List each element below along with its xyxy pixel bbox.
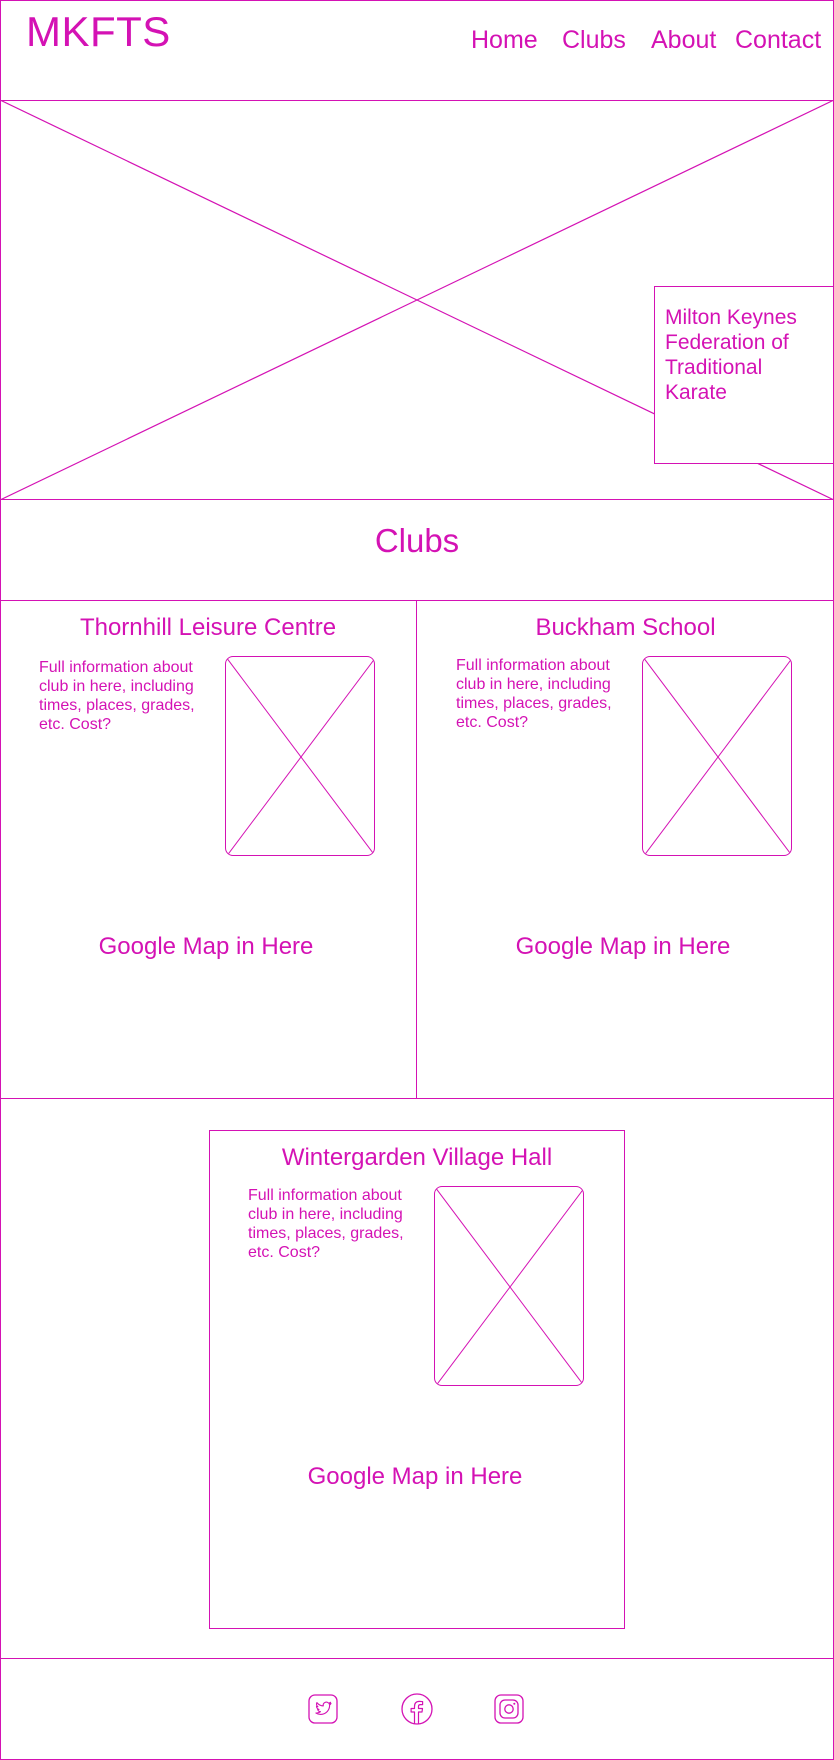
club-title-wintergarden: Wintergarden Village Hall — [281, 1144, 553, 1171]
club-info-wintergarden: Full information about club in here, inc… — [248, 1187, 404, 1261]
hero-caption: Milton Keynes Federation of Traditional … — [654, 286, 834, 464]
clubs-row-divider — [0, 1098, 834, 1099]
club-image-placeholder-wintergarden — [434, 1186, 584, 1386]
footer-divider — [0, 1658, 834, 1659]
hero-divider — [0, 499, 834, 500]
club-info-buckham: Full information about club in here, inc… — [456, 657, 612, 731]
clubs-column-divider — [416, 600, 417, 1098]
club-map-placeholder-wintergarden: Google Map in Here — [307, 1463, 523, 1490]
club-title-thornhill: Thornhill Leisure Centre — [79, 614, 337, 641]
image-placeholder-icon — [435, 1187, 583, 1385]
image-placeholder-icon — [226, 657, 374, 855]
site-logo[interactable]: MKFTS — [26, 8, 171, 56]
page: MKFTS Home Clubs About Contact Milton Ke… — [0, 0, 834, 1760]
hero-image-placeholder: Milton Keynes Federation of Traditional … — [0, 100, 834, 500]
club-image-placeholder-thornhill — [225, 656, 375, 856]
nav-contact[interactable]: Contact — [735, 26, 821, 55]
club-title-buckham: Buckham School — [535, 614, 716, 641]
clubs-heading: Clubs — [374, 522, 460, 559]
nav-clubs[interactable]: Clubs — [562, 26, 626, 55]
club-map-placeholder-buckham: Google Map in Here — [515, 933, 731, 960]
club-info-thornhill: Full information about club in here, inc… — [39, 659, 195, 733]
club-map-placeholder-thornhill: Google Map in Here — [98, 933, 314, 960]
twitter-icon[interactable] — [308, 1694, 338, 1724]
club-image-placeholder-buckham — [642, 656, 792, 856]
instagram-icon[interactable] — [494, 1694, 524, 1724]
nav-about[interactable]: About — [651, 26, 716, 55]
nav-home[interactable]: Home — [471, 26, 538, 55]
facebook-icon[interactable] — [401, 1693, 433, 1725]
image-placeholder-icon — [643, 657, 791, 855]
clubs-heading-divider — [0, 600, 834, 601]
